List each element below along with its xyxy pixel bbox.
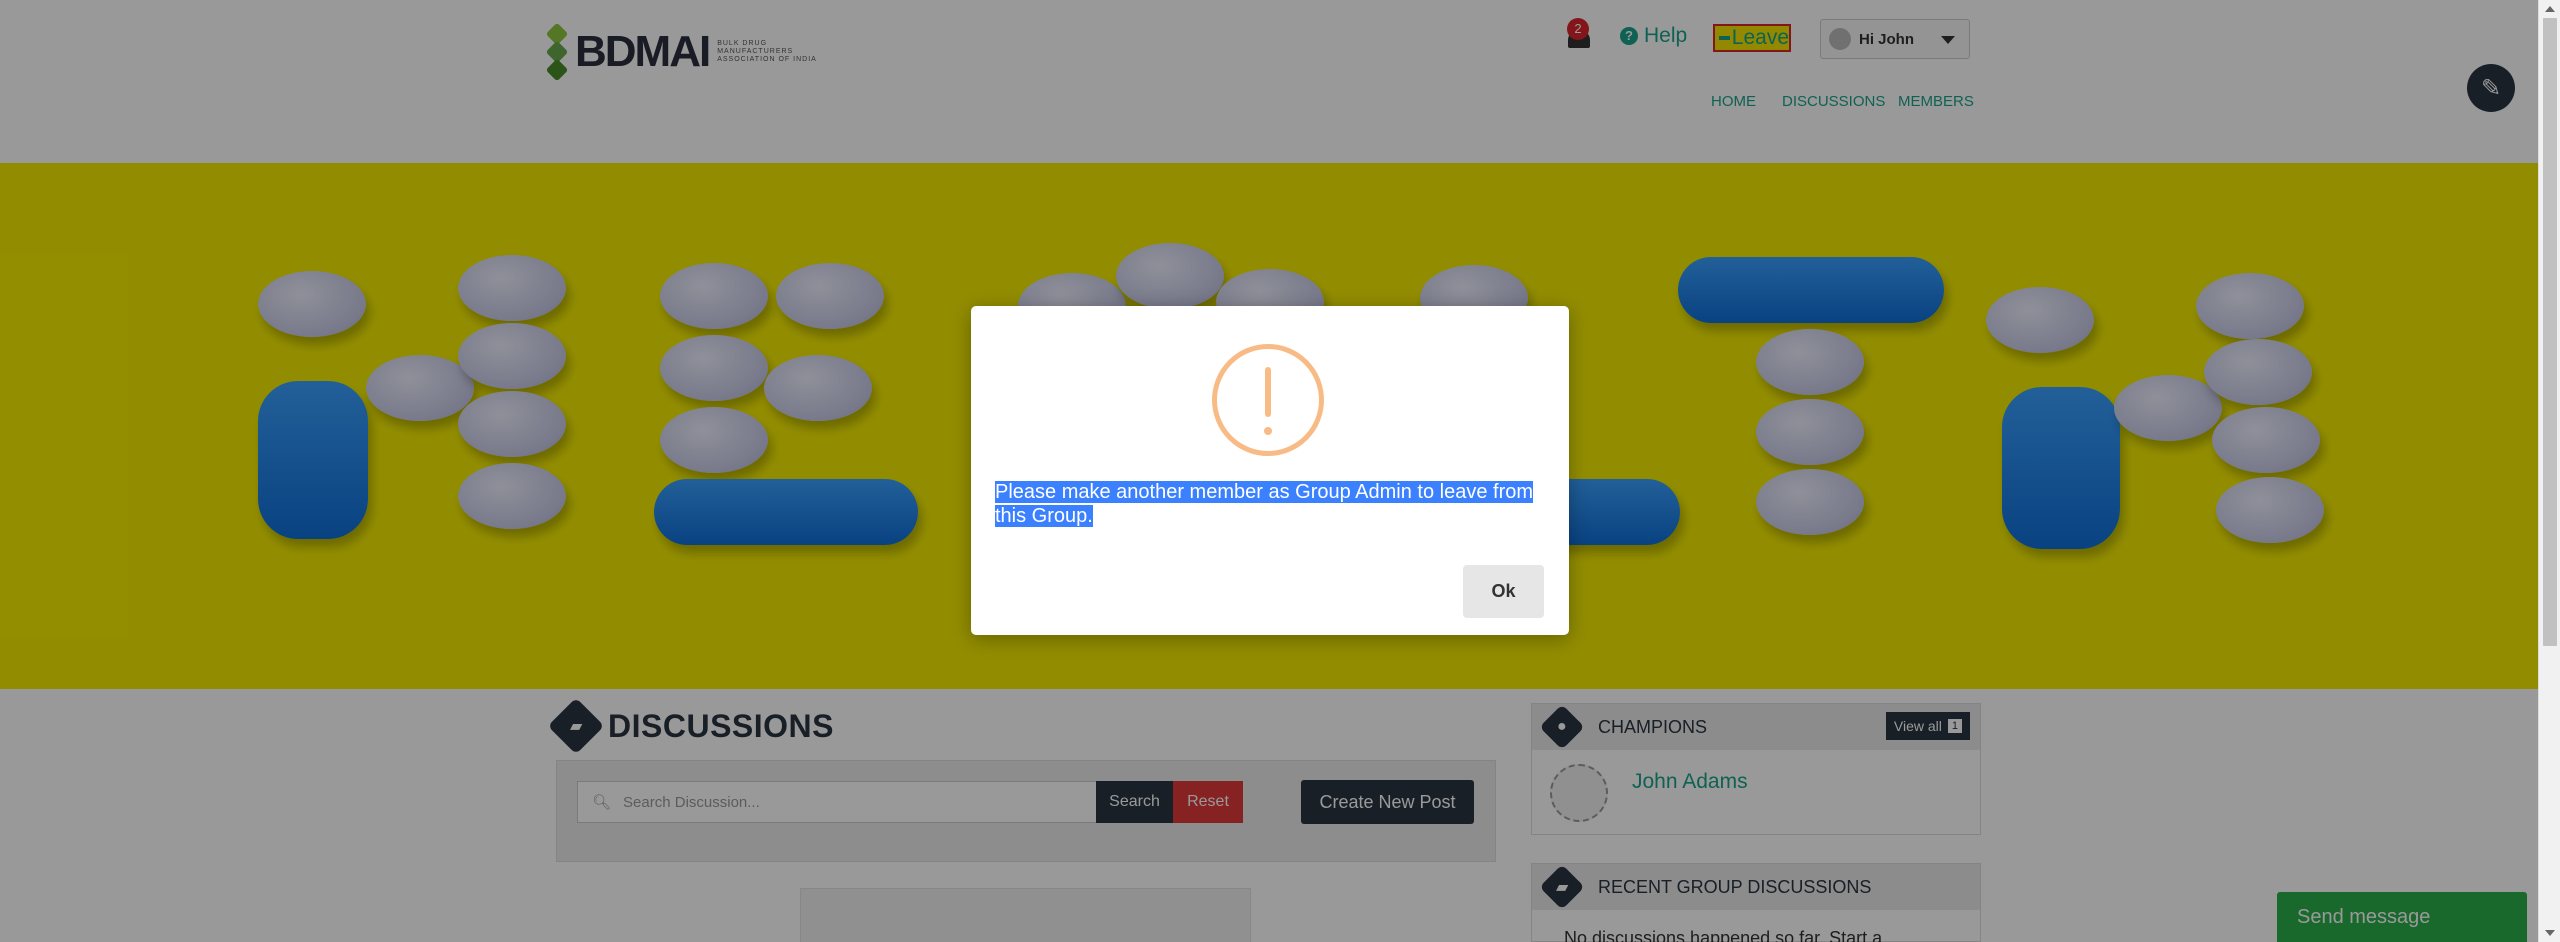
alert-message: Please make another member as Group Admi… [995, 481, 1534, 527]
warning-exclamation-icon [1212, 344, 1324, 456]
scrollbar-thumb[interactable] [2543, 18, 2557, 646]
scroll-down-arrow-icon[interactable] [2545, 930, 2555, 936]
page-scrollbar[interactable] [2538, 0, 2560, 942]
alert-dialog: Please make another member as Group Admi… [971, 306, 1569, 635]
scroll-up-arrow-icon[interactable] [2545, 6, 2555, 12]
ok-button[interactable]: Ok [1463, 565, 1544, 618]
